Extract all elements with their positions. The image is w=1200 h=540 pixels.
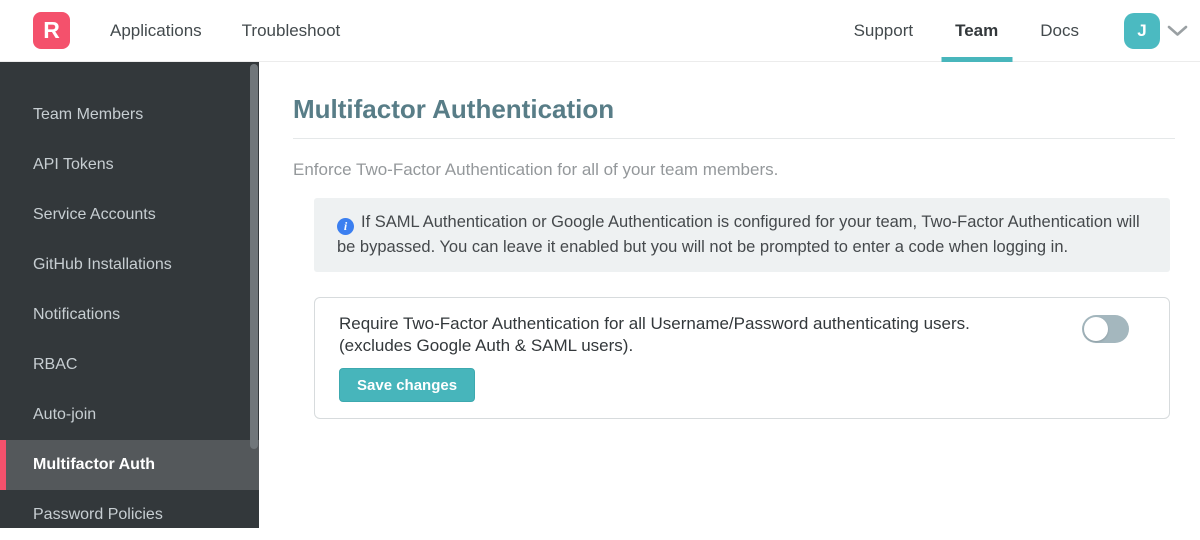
sidebar-scrollbar[interactable] [250,64,258,449]
setting-text-line2: (excludes Google Auth & SAML users). [339,335,1039,357]
nav-item-docs[interactable]: Docs [1040,0,1079,62]
setting-text-line1: Require Two-Factor Authentication for al… [339,313,1039,335]
nav-item-applications[interactable]: Applications [110,0,202,62]
active-tab-underline [941,57,1012,62]
rollbar-logo[interactable]: R [33,12,70,49]
main-content: Multifactor Authentication Enforce Two-F… [259,62,1200,528]
page-title: Multifactor Authentication [293,95,1175,123]
sidebar-item-rbac[interactable]: RBAC [0,340,259,390]
avatar[interactable]: J [1124,13,1160,49]
sidebar-item-service-accounts[interactable]: Service Accounts [0,190,259,240]
two-factor-toggle[interactable] [1082,315,1129,343]
settings-sidebar: Team Members API Tokens Service Accounts… [0,62,259,528]
two-factor-setting-card: Require Two-Factor Authentication for al… [314,297,1170,419]
nav-item-support[interactable]: Support [854,0,914,62]
chevron-down-icon[interactable] [1167,24,1188,42]
sidebar-item-api-tokens[interactable]: API Tokens [0,140,259,190]
toggle-knob [1084,317,1108,341]
save-changes-button[interactable]: Save changes [339,368,475,402]
logo-letter: R [43,17,60,44]
top-navbar: R Applications Troubleshoot Support Team… [0,0,1200,62]
sidebar-item-auto-join[interactable]: Auto-join [0,390,259,440]
info-circle-icon: i [337,218,354,235]
sidebar-item-multifactor-auth[interactable]: Multifactor Auth [0,440,259,490]
secondary-nav: Support Team Docs J [833,0,1200,62]
info-alert: iIf SAML Authentication or Google Authen… [314,198,1170,272]
avatar-initial: J [1137,21,1146,41]
page-description: Enforce Two-Factor Authentication for al… [293,159,1175,181]
nav-item-team[interactable]: Team [955,0,998,62]
sidebar-item-notifications[interactable]: Notifications [0,290,259,340]
info-alert-text: If SAML Authentication or Google Authent… [337,213,1140,256]
sidebar-item-password-policies[interactable]: Password Policies [0,490,259,540]
nav-item-troubleshoot[interactable]: Troubleshoot [242,0,341,62]
sidebar-item-github-installations[interactable]: GitHub Installations [0,240,259,290]
title-divider [293,138,1175,139]
nav-item-team-label: Team [955,21,998,41]
sidebar-item-team-members[interactable]: Team Members [0,90,259,140]
primary-nav: Applications Troubleshoot [70,0,340,62]
